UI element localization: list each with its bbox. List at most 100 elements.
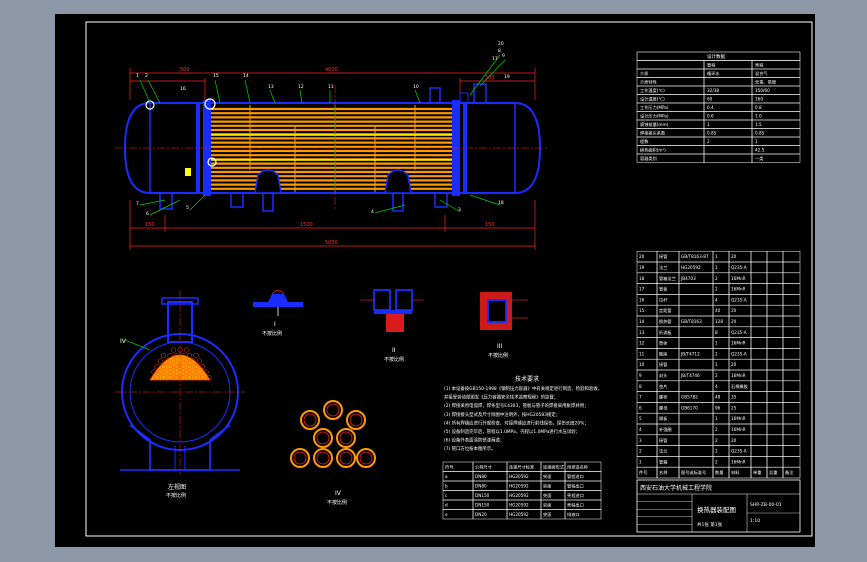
bom-cell: 20 xyxy=(731,438,737,443)
bom-cell: 2 xyxy=(715,287,718,292)
design-data-cell: 60 xyxy=(707,97,713,102)
nozzle-table-header: 连接尺寸标准 xyxy=(509,464,534,471)
part-label: 4 xyxy=(371,209,374,215)
bom-cell: 法兰 xyxy=(659,448,667,455)
bom-cell: 螺栓 xyxy=(659,394,668,401)
bom-header-cell: 数量 xyxy=(715,469,723,476)
part-label: 9 xyxy=(502,53,505,59)
side-view-subtitle: 不按比例 xyxy=(166,492,186,499)
bom-cell: 20 xyxy=(639,254,645,259)
design-data-cell: 1 xyxy=(755,139,758,144)
part-label: 20 xyxy=(498,41,504,47)
nozzle-table-cell: e xyxy=(445,512,448,517)
bom-cell: 1 xyxy=(639,459,642,464)
nozzle-table-header: 用途或名称 xyxy=(567,464,588,471)
part-label: 15 xyxy=(213,73,219,79)
tech-req-line: (2) 焊接采用电弧焊，焊条型号E4303，管板与管子的焊接采用胀焊并用； xyxy=(444,402,589,409)
nozzle-table-cell: DN150 xyxy=(475,503,490,508)
nozzle-table-cell: DN80 xyxy=(475,484,487,489)
tech-req-line: 并接受劳动部颁发《压力容器安全技术监察规程》的监督； xyxy=(444,394,558,401)
part-label: 18 xyxy=(498,200,504,206)
bom-cell: 2 xyxy=(715,427,718,432)
bom-cell: 16MnR xyxy=(731,276,746,281)
nozzle-table-cell: HG20592 xyxy=(509,474,529,479)
bom-header-cell: 总重 xyxy=(769,469,777,475)
bom-cell: 4 xyxy=(715,384,718,389)
cad-viewport[interactable]: 500 4000 500 5000 150 1500 150 1 2 15 14… xyxy=(0,0,867,562)
bom-cell: 1 xyxy=(715,265,718,270)
bom-cell: GB/T8163-87 xyxy=(681,254,709,259)
bom-cell: GB/T8163 xyxy=(681,319,702,324)
bom-cell: JB/T4712 xyxy=(680,351,700,356)
title-block-scale: 1:10 xyxy=(750,518,760,524)
bom-cell: 换热管 xyxy=(659,318,672,325)
detail-III-caption: 不按比例 xyxy=(488,352,508,359)
part-label: 10 xyxy=(413,84,419,90)
design-data-cell: 容器类别 xyxy=(640,155,657,162)
bom-cell: 2 xyxy=(715,373,718,378)
design-data-cell: 管程 xyxy=(707,62,716,69)
bom-cell: 折流板 xyxy=(659,329,672,336)
nozzle-table-header: 连接面形式 xyxy=(543,464,565,471)
bom-cell: GB5782 xyxy=(681,395,698,400)
bom-cell: 40 xyxy=(715,308,721,313)
design-data-cell: 工作温度(℃) xyxy=(640,87,665,94)
bom-cell: 筒体 xyxy=(659,340,668,347)
bom-cell: 16MnR xyxy=(731,427,746,432)
nozzle-table-cell: DN80 xyxy=(475,474,487,479)
bom-header-cell: 图号或标准号 xyxy=(681,469,706,476)
design-data-cell: 1.0 xyxy=(755,114,762,119)
bom-cell: JB4703 xyxy=(680,276,696,281)
bom-cell: 管箱法兰 xyxy=(659,275,676,282)
bom-cell: 拉杆 xyxy=(659,296,668,303)
part-label: 1 xyxy=(136,73,139,79)
bom-cell: 隔板 xyxy=(659,415,668,422)
bom-cell: Q235-A xyxy=(731,449,747,454)
title-block-sheet: 共1张 第1张 xyxy=(697,521,723,528)
nozzle-table-cell: 突面 xyxy=(543,483,551,490)
design-data-cell: 换热面积(m²) xyxy=(640,147,666,154)
drawing-canvas[interactable]: 500 4000 500 5000 150 1500 150 1 2 15 14… xyxy=(0,0,867,562)
dim-bottom-3: 150 xyxy=(485,222,495,228)
bom-cell: 管箱 xyxy=(659,458,667,465)
design-data-cell: 设计温度(℃) xyxy=(640,96,665,103)
saddle-left xyxy=(254,169,282,194)
part-label: 13 xyxy=(268,84,274,90)
bom-cell: 定距管 xyxy=(659,307,672,314)
design-data-cell: 0.6 xyxy=(707,114,714,119)
part-label: 19 xyxy=(504,74,510,80)
bom-cell: 16MnR xyxy=(731,459,746,464)
bom-cell: 12 xyxy=(639,341,645,346)
nozzle-table-cell: DN150 xyxy=(475,493,490,498)
bom-cell: 16MnR xyxy=(731,341,746,346)
part-label: 7 xyxy=(136,201,139,207)
bom-cell: 管板 xyxy=(659,286,668,293)
bom-cell: 48 xyxy=(715,395,721,400)
detail-I-caption: 不按比例 xyxy=(262,330,282,337)
design-data-cell: 程数 xyxy=(640,138,649,145)
bom-cell: 20 xyxy=(731,319,737,324)
tech-req-line: (7) 管口方位按本图所示。 xyxy=(444,445,496,452)
bom-cell: 20 xyxy=(731,362,737,367)
nozzle-table-cell: 排液口 xyxy=(567,511,580,518)
bom-cell: GB6170 xyxy=(681,405,698,410)
design-data-cell: 设计压力(MPa) xyxy=(640,113,669,120)
nozzle-table-cell: d xyxy=(445,503,448,508)
bom-cell: 2 xyxy=(715,438,718,443)
nozzle-table-cell: DN20 xyxy=(475,512,487,517)
design-data-cell: 0.85 xyxy=(707,131,717,136)
bom-cell: 10 xyxy=(639,362,645,367)
part-label: 16 xyxy=(180,86,186,92)
nozzle-table-cell: 突面 xyxy=(543,492,551,499)
bom-cell: 9 xyxy=(639,373,642,378)
bom-cell: 6 xyxy=(639,405,642,410)
tech-req-line: (3) 焊接接头型式及尺寸除图中注明外，按HG20583规定； xyxy=(444,411,560,418)
nozzle-table-cell: b xyxy=(445,484,448,489)
design-data-cell: 介质特性 xyxy=(640,79,657,86)
bom-cell: 封头 xyxy=(659,372,667,379)
bom-cell: 20 xyxy=(731,254,737,259)
nozzle-table-cell: 突面 xyxy=(543,473,551,480)
dim-left: 500 xyxy=(180,67,190,73)
bom-cell: Q235-A xyxy=(731,297,747,302)
bom-cell: 1 xyxy=(715,341,718,346)
